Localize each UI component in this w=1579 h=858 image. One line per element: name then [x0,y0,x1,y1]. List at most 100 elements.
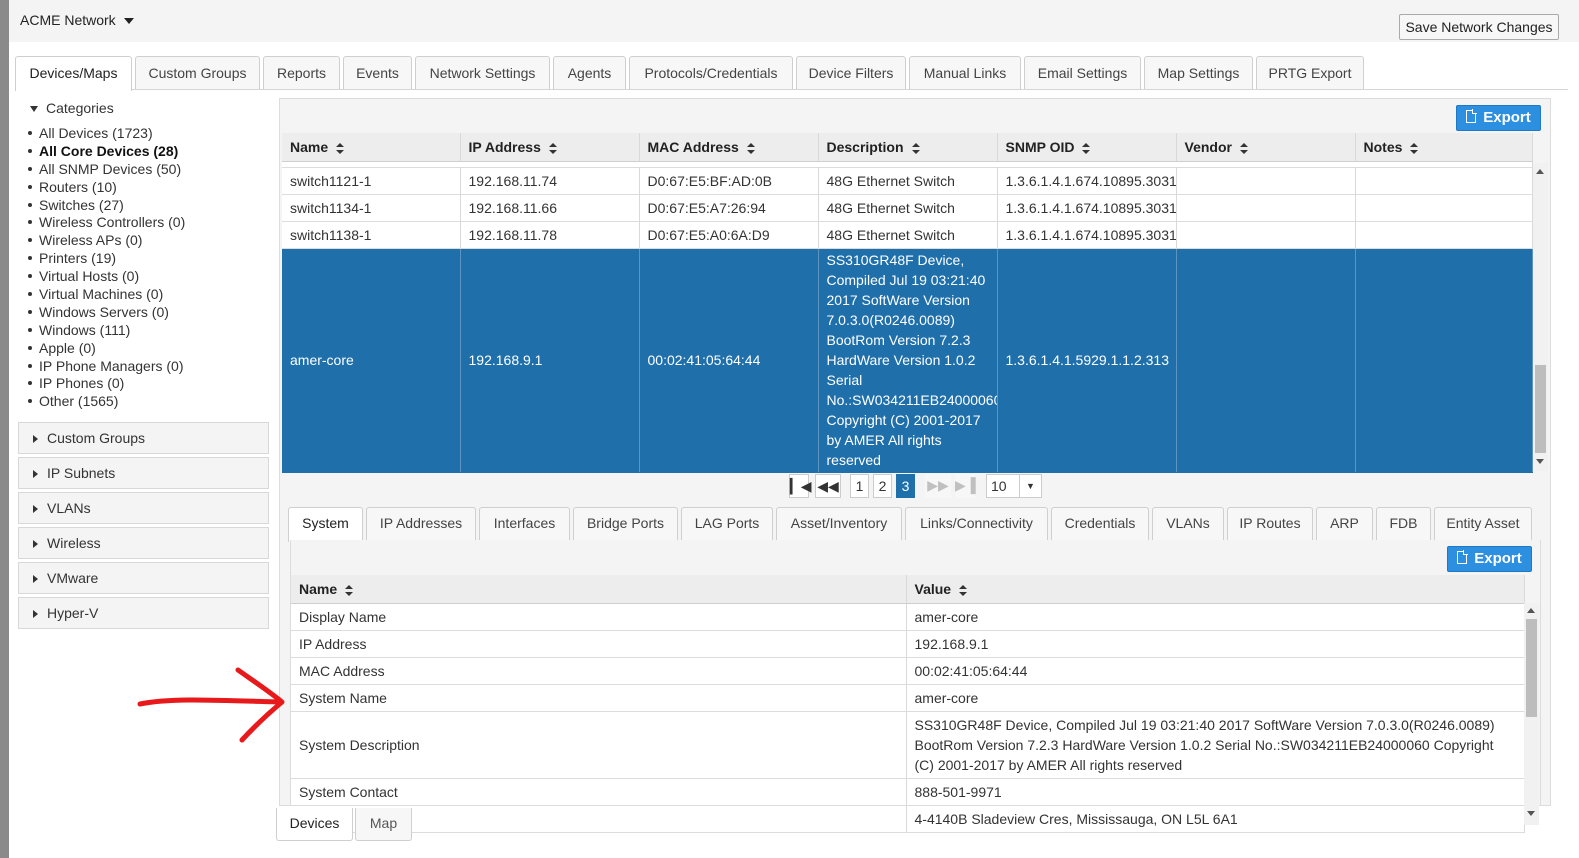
category-item[interactable]: Printers (19) [27,249,185,267]
category-item[interactable]: All Core Devices (28) [27,142,185,160]
category-item[interactable]: IP Phones (0) [27,374,185,392]
tab-arp[interactable]: ARP [1316,507,1373,540]
panel-vmware[interactable]: VMware [18,562,269,594]
tab-network-settings[interactable]: Network Settings [415,56,550,89]
table-row[interactable]: System Contact 888-501-9971 [291,778,1525,806]
category-item[interactable]: Windows Servers (0) [27,303,185,321]
tab-vlans[interactable]: VLANs [1152,507,1224,540]
table-row[interactable]: IP Address 192.168.9.1 [291,630,1525,658]
col-vendor[interactable]: Vendor [1176,133,1356,162]
table-row[interactable]: Display Name amer-core [291,603,1525,631]
first-page-button[interactable]: ▎◀ [789,474,812,498]
vendor-cell [1176,248,1356,473]
next-page-button[interactable]: ▶▶ [925,474,951,498]
table-row[interactable]: switch1134-1 192.168.11.66 D0:67:E5:A7:26:… [282,194,1533,222]
tab-links-connectivity[interactable]: Links/Connectivity [905,507,1048,540]
device-table-scrollbar[interactable] [1533,163,1548,471]
category-item[interactable]: IP Phone Managers (0) [27,357,185,375]
table-row[interactable]: switch1138-1 192.168.11.78 D0:67:E5:A0:6A:… [282,221,1533,249]
category-item[interactable]: Windows (111) [27,321,185,339]
tab-custom-groups[interactable]: Custom Groups [135,56,260,89]
page-2-button[interactable]: 2 [873,474,892,498]
tab-asset-inventory[interactable]: Asset/Inventory [776,507,902,540]
panel-label: VLANs [47,500,91,516]
scrollbar-thumb[interactable] [1535,365,1546,453]
page-1-button[interactable]: 1 [850,474,869,498]
panel-vlans[interactable]: VLANs [18,492,269,524]
tab-ip-routes[interactable]: IP Routes [1227,507,1313,540]
tab-devices[interactable]: Devices [276,808,353,841]
category-item[interactable]: All SNMP Devices (50) [27,160,185,178]
system-export-button[interactable]: Export [1447,546,1532,572]
table-row-selected[interactable]: amer-core 192.168.9.1 00:02:41:05:64:44 SS3… [282,248,1533,473]
col-ip-address[interactable]: IP Address [460,133,640,162]
panel-hyper-v[interactable]: Hyper-V [18,597,269,629]
table-row[interactable]: switch1121-1 192.168.11.74 D0:67:E5:BF:AD:… [282,167,1533,195]
category-item[interactable]: Virtual Hosts (0) [27,267,185,285]
table-row[interactable]: 4-4140B Sladeview Cres, Mississauga, ON … [291,805,1525,833]
vendor-cell [1176,194,1356,222]
tab-devices-maps[interactable]: Devices/Maps [15,56,132,91]
col-label: Name [299,580,338,597]
panel-custom-groups[interactable]: Custom Groups [18,422,269,454]
tab-map[interactable]: Map [355,808,412,841]
system-table-header: Name Value [291,575,1525,604]
tab-prtg-export[interactable]: PRTG Export [1256,56,1364,89]
category-item[interactable]: Routers (10) [27,178,185,196]
tab-lag-ports[interactable]: LAG Ports [681,507,773,540]
network-selector[interactable]: ACME Network [20,12,134,28]
category-item[interactable]: Wireless APs (0) [27,231,185,249]
categories-toggle[interactable]: Categories [30,100,114,116]
chevron-down-icon [123,18,134,25]
scroll-down-icon[interactable] [1527,811,1535,816]
col-snmp-oid[interactable]: SNMP OID [997,133,1177,162]
system-table-scrollbar[interactable] [1524,603,1539,825]
prev-page-button[interactable]: ◀◀ [815,474,841,498]
panel-wireless[interactable]: Wireless [18,527,269,559]
tab-manual-links[interactable]: Manual Links [909,56,1021,89]
tab-device-filters[interactable]: Device Filters [796,56,906,89]
tab-email-settings[interactable]: Email Settings [1024,56,1141,89]
category-item[interactable]: Wireless Controllers (0) [27,213,185,231]
tab-agents[interactable]: Agents [553,56,626,89]
col-notes[interactable]: Notes [1355,133,1533,162]
category-item[interactable]: All Devices (1723) [27,124,185,142]
table-row[interactable]: MAC Address 00:02:41:05:64:44 [291,657,1525,685]
category-item[interactable]: Apple (0) [27,339,185,357]
tab-reports[interactable]: Reports [263,56,340,89]
tab-entity-asset[interactable]: Entity Asset [1434,507,1532,540]
category-item[interactable]: Other (1565) [27,392,185,410]
col-name[interactable]: Name [291,575,907,604]
col-name[interactable]: Name [282,133,461,162]
tab-interfaces[interactable]: Interfaces [479,507,570,540]
table-row[interactable]: System Name amer-core [291,684,1525,712]
tab-fdb[interactable]: FDB [1376,507,1431,540]
tab-credentials[interactable]: Credentials [1051,507,1149,540]
scroll-down-icon[interactable] [1536,459,1544,464]
col-value[interactable]: Value [906,575,1525,604]
table-row[interactable]: System Description SS310GR48F Device, Com… [291,711,1525,779]
last-page-button[interactable]: ▶▐ [955,474,976,498]
category-item[interactable]: Switches (27) [27,196,185,214]
tab-protocols-credentials[interactable]: Protocols/Credentials [629,56,793,89]
mac-cell: D0:67:E5:BF:AD:0B [639,167,819,195]
ip-cell: 192.168.11.74 [460,167,640,195]
tab-system[interactable]: System [288,507,363,542]
scroll-up-icon[interactable] [1527,608,1535,613]
description-cell: 48G Ethernet Switch [818,221,998,249]
col-mac-address[interactable]: MAC Address [639,133,819,162]
tab-ip-addresses[interactable]: IP Addresses [366,507,476,540]
col-description[interactable]: Description [818,133,998,162]
devices-export-button[interactable]: Export [1456,105,1541,131]
tab-bridge-ports[interactable]: Bridge Ports [573,507,678,540]
scroll-up-icon[interactable] [1536,169,1544,174]
tab-map-settings[interactable]: Map Settings [1144,56,1253,89]
save-network-changes-button[interactable]: Save Network Changes [1399,14,1559,40]
category-item[interactable]: Virtual Machines (0) [27,285,185,303]
tab-events[interactable]: Events [343,56,412,89]
page-size-select[interactable]: 10 ▼ [986,474,1042,498]
page-3-button[interactable]: 3 [896,474,915,498]
scrollbar-thumb[interactable] [1526,619,1537,717]
panel-ip-subnets[interactable]: IP Subnets [18,457,269,489]
sort-icon [345,584,354,596]
